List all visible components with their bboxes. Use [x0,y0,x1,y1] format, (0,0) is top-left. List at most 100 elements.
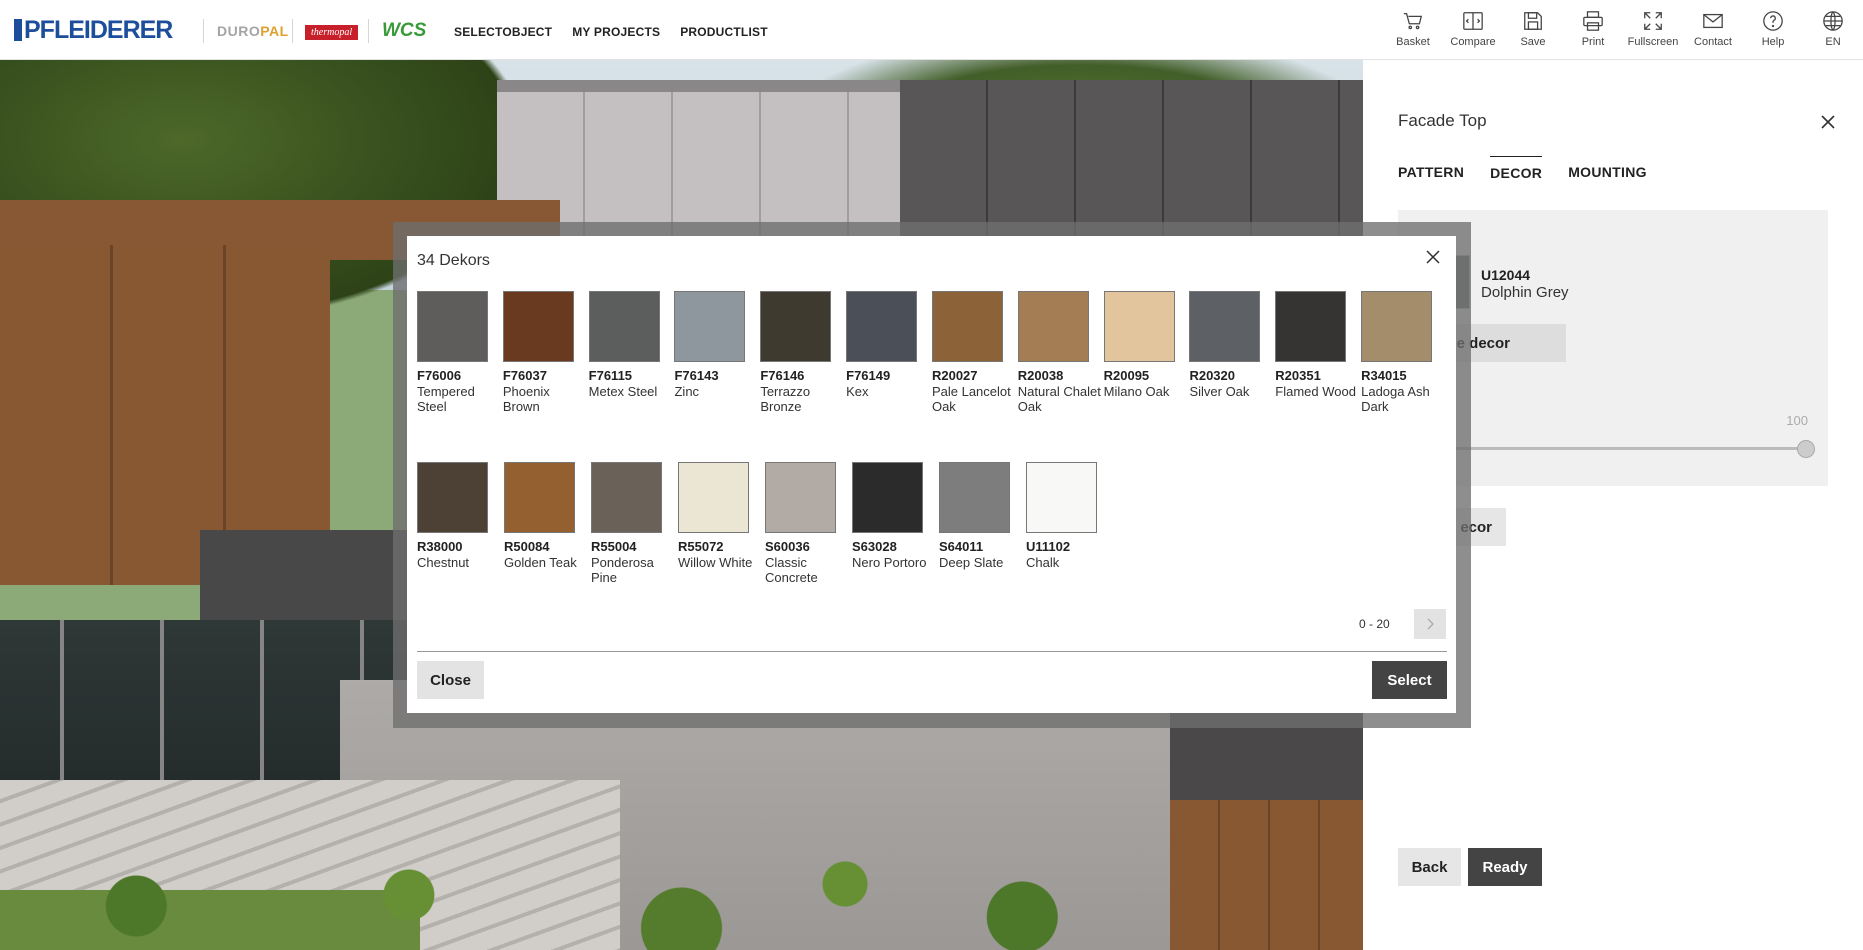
decor-code: R20027 [931,368,978,383]
panel-tabs: PATTERN DECOR MOUNTING [1398,156,1647,181]
nav-selectobject[interactable]: SELECTOBJECT [454,25,552,39]
decor-name: Zinc [674,384,700,399]
decor-name: Natural Chalet Oak [1017,384,1101,414]
thermopal-logo[interactable]: thermopal [305,25,359,40]
decor-tile[interactable]: F76149 Kex [846,291,932,462]
pfleiderer-logo[interactable]: PFLEIDERER [14,15,173,44]
decor-swatch [939,462,1010,533]
logo-mark [14,19,22,41]
decor-name: Milano Oak [1103,384,1170,399]
decor-swatch [931,291,1003,362]
tab-pattern[interactable]: PATTERN [1398,156,1464,181]
ready-button[interactable]: Ready [1468,848,1542,886]
decor-tile[interactable]: R20351 Flamed Wood [1275,291,1361,462]
decor-tile[interactable]: R50084 Golden Teak [504,462,591,633]
nav-my-projects[interactable]: MY PROJECTS [572,25,660,39]
close-button[interactable]: Close [417,661,484,699]
next-page-button[interactable] [1414,609,1446,639]
decor-code: F76115 [588,368,633,383]
compare-icon [1463,12,1483,30]
decor-swatch [678,462,749,533]
close-icon[interactable] [1819,113,1837,131]
decor-code: F76037 [502,368,547,383]
decor-tile[interactable]: R34015 Ladoga Ash Dark [1361,291,1447,462]
select-button[interactable]: Select [1372,661,1447,699]
decor-tile[interactable]: R38000 Chestnut [417,462,504,633]
language-button[interactable]: EN [1803,0,1863,60]
duropal-logo[interactable]: DUROPAL [217,23,289,39]
decor-row: F76006 Tempered Steel F76037 Phoenix Brown F… [417,291,1447,462]
decor-tile[interactable]: F76006 Tempered Steel [417,291,503,462]
decor-code: S64011 [939,539,984,554]
save-button[interactable]: Save [1503,0,1563,60]
decor-tile[interactable]: S60036 Classic Concrete [765,462,852,633]
decor-tile[interactable]: F76037 Phoenix Brown [502,291,589,462]
fullscreen-label: Fullscreen [1627,36,1679,48]
distribution-slider-handle[interactable] [1797,440,1815,458]
contact-button[interactable]: Contact [1683,0,1743,60]
decor-code: U11102 [1026,539,1071,554]
decor-tile[interactable]: S64011 Deep Slate [939,462,1026,633]
decor-tile[interactable]: R20027 Pale Lancelot Oak [931,291,1018,462]
help-icon [1763,11,1783,31]
decor-code: R38000 [417,539,463,554]
save-icon [1524,12,1542,30]
decor-swatch [417,291,488,362]
decor-swatch [1017,291,1089,362]
decor-swatch [765,462,836,533]
tab-mounting[interactable]: MOUNTING [1568,156,1647,181]
current-decor-code: U12044 [1481,267,1531,283]
brand-separator [368,19,369,43]
logo-text: PFLEIDERER [24,15,173,44]
decor-code: F76146 [760,368,805,383]
decor-tile[interactable]: R20320 Silver Oak [1189,291,1275,462]
wcs-logo[interactable]: WCS [382,20,426,42]
toolbar: Basket Compare Save Print Fullscreen Con… [1383,0,1863,60]
decor-swatch [588,291,660,362]
decor-swatch [846,291,918,362]
basket-button[interactable]: Basket [1383,0,1443,60]
current-decor-name: Dolphin Grey [1481,284,1569,301]
decor-swatch [1361,291,1433,362]
decor-tile[interactable]: S63028 Nero Portoro [852,462,939,633]
compare-button[interactable]: Compare [1443,0,1503,60]
chevron-right-icon [1427,618,1434,630]
modal-title: 34 Dekors [417,252,490,269]
decor-swatch [1103,291,1175,362]
pagination-range: 0 - 20 [1359,617,1390,631]
decor-tile[interactable]: R20095 Milano Oak [1103,291,1190,462]
basket-label: Basket [1396,36,1430,48]
print-icon [1583,11,1603,31]
fullscreen-button[interactable]: Fullscreen [1623,0,1683,60]
decor-tile[interactable]: U11102 Chalk [1026,462,1113,633]
decor-name: Nero Portoro [852,555,927,570]
decor-name: Flamed Wood [1275,384,1356,399]
help-button[interactable]: Help [1743,0,1803,60]
distribution-max: 100 [1786,413,1808,428]
back-button[interactable]: Back [1398,848,1461,886]
brand-separator [203,19,204,43]
nav-productlist[interactable]: PRODUCTLIST [680,25,768,39]
decor-tile[interactable]: F76115 Metex Steel [588,291,675,462]
decor-tile[interactable]: F76146 Terrazzo Bronze [760,291,846,462]
decor-tile[interactable]: R20038 Natural Chalet Oak [1017,291,1104,462]
basket-icon [1403,13,1423,30]
compare-label: Compare [1450,36,1496,48]
close-icon[interactable] [1425,249,1441,265]
decor-tile[interactable]: F76143 Zinc [674,291,760,462]
distribution-slider-track[interactable] [1416,447,1808,450]
brand-separator [292,19,293,43]
decor-swatch [674,291,746,362]
decor-swatch [1026,462,1097,533]
decor-code: S60036 [765,539,810,554]
decor-swatch [1189,291,1261,362]
tab-decor[interactable]: DECOR [1490,156,1543,181]
print-button[interactable]: Print [1563,0,1623,60]
decor-grid: F76006 Tempered Steel F76037 Phoenix Brown F… [417,291,1447,633]
decor-tile[interactable]: R55072 Willow White [678,462,765,633]
decor-swatch [504,462,575,533]
decor-name: Chestnut [417,555,470,570]
decor-name: Classic Concrete [765,555,818,585]
mail-icon [1703,13,1723,29]
decor-tile[interactable]: R55004 Ponderosa Pine [591,462,678,633]
